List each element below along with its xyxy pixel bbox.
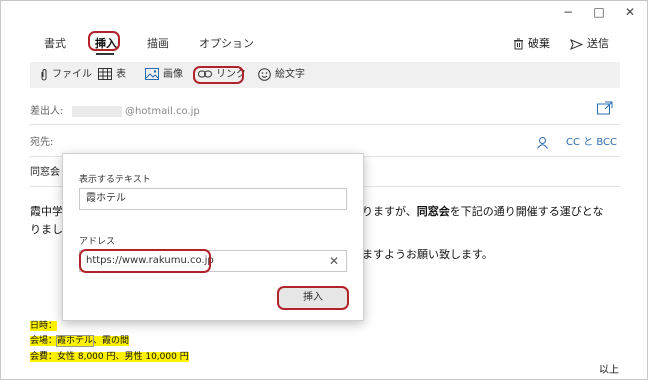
address-annotation [79,249,211,273]
smiley-icon [258,67,271,81]
tab-options[interactable]: オプション [199,36,254,52]
attach-file-button[interactable]: ファイル [40,67,92,83]
display-text-input[interactable]: 霞ホテル [79,188,347,210]
send-icon [570,38,583,50]
body-line3: ますようお願い致します。 [362,248,493,261]
from-redacted [72,106,122,117]
to-label: 宛先: [30,137,54,148]
subject-field[interactable]: 同窓会 [30,166,60,180]
send-button[interactable]: 送信 [570,36,609,52]
send-label: 送信 [587,37,609,50]
file-label: ファイル [52,69,92,80]
venue-prefix: 会場： [30,336,58,346]
body-line2: りまし [30,223,63,236]
discard-button[interactable]: 破棄 [513,36,550,52]
tab-insert-underline [96,53,114,55]
address-label: アドレス [79,237,116,247]
from-label: 差出人: [30,106,64,117]
insert-link-dialog: 表示するテキスト 霞ホテル アドレス https://www.rakumu.co… [62,153,364,321]
table-label: 表 [116,69,126,80]
date-label: 日時： [30,321,58,331]
clear-icon[interactable]: ✕ [329,254,339,268]
close-button[interactable]: ✕ [619,4,641,20]
venue-link[interactable]: 霞ホテル [56,335,95,347]
divider [30,124,620,125]
body-line1-suffix: を下記の通り開催する運びとな [449,205,604,218]
body-line1-bold: 同窓会 [416,205,450,218]
popout-icon[interactable] [597,101,613,115]
link-annotation [193,66,244,84]
emoji-label: 絵文字 [275,69,305,80]
insert-button[interactable]: 挿入 [277,286,349,310]
image-label: 画像 [163,69,183,80]
insert-emoji-button[interactable]: 絵文字 [258,67,305,83]
fee-line: 会費：女性 8,000 円、男性 10,000 円 [30,348,189,364]
insert-image-button[interactable]: 画像 [145,67,183,83]
body-line1-rest: りますが、同窓会を下記の通り開催する運びとな [362,204,603,220]
paperclip-icon [41,68,47,80]
insert-table-button[interactable]: 表 [98,67,126,83]
image-icon [145,68,159,80]
minimize-button[interactable]: − [557,4,579,20]
tab-draw[interactable]: 描画 [147,36,169,52]
person-icon[interactable] [537,137,548,149]
tab-insert-annotation [88,31,120,51]
cc-bcc-link[interactable]: CC と BCC [566,136,617,150]
tab-format[interactable]: 書式 [44,36,66,52]
venue-suffix: 、霞の間 [93,336,130,346]
maximize-button[interactable]: □ [588,4,610,20]
display-text-label: 表示するテキスト [79,175,151,185]
trash-icon [514,38,523,50]
table-icon [98,68,112,80]
closing-text: 以上 [599,365,619,376]
discard-label: 破棄 [528,37,550,50]
body-line1-mid: りますが、 [362,205,417,218]
fee-text: 会費：女性 8,000 円、男性 10,000 円 [30,352,189,362]
venue-line: 会場：霞ホテル、霞の間 [30,332,130,348]
from-value: @hotmail.co.jp [125,106,200,117]
body-line1-prefix: 霞中学 [30,205,63,218]
